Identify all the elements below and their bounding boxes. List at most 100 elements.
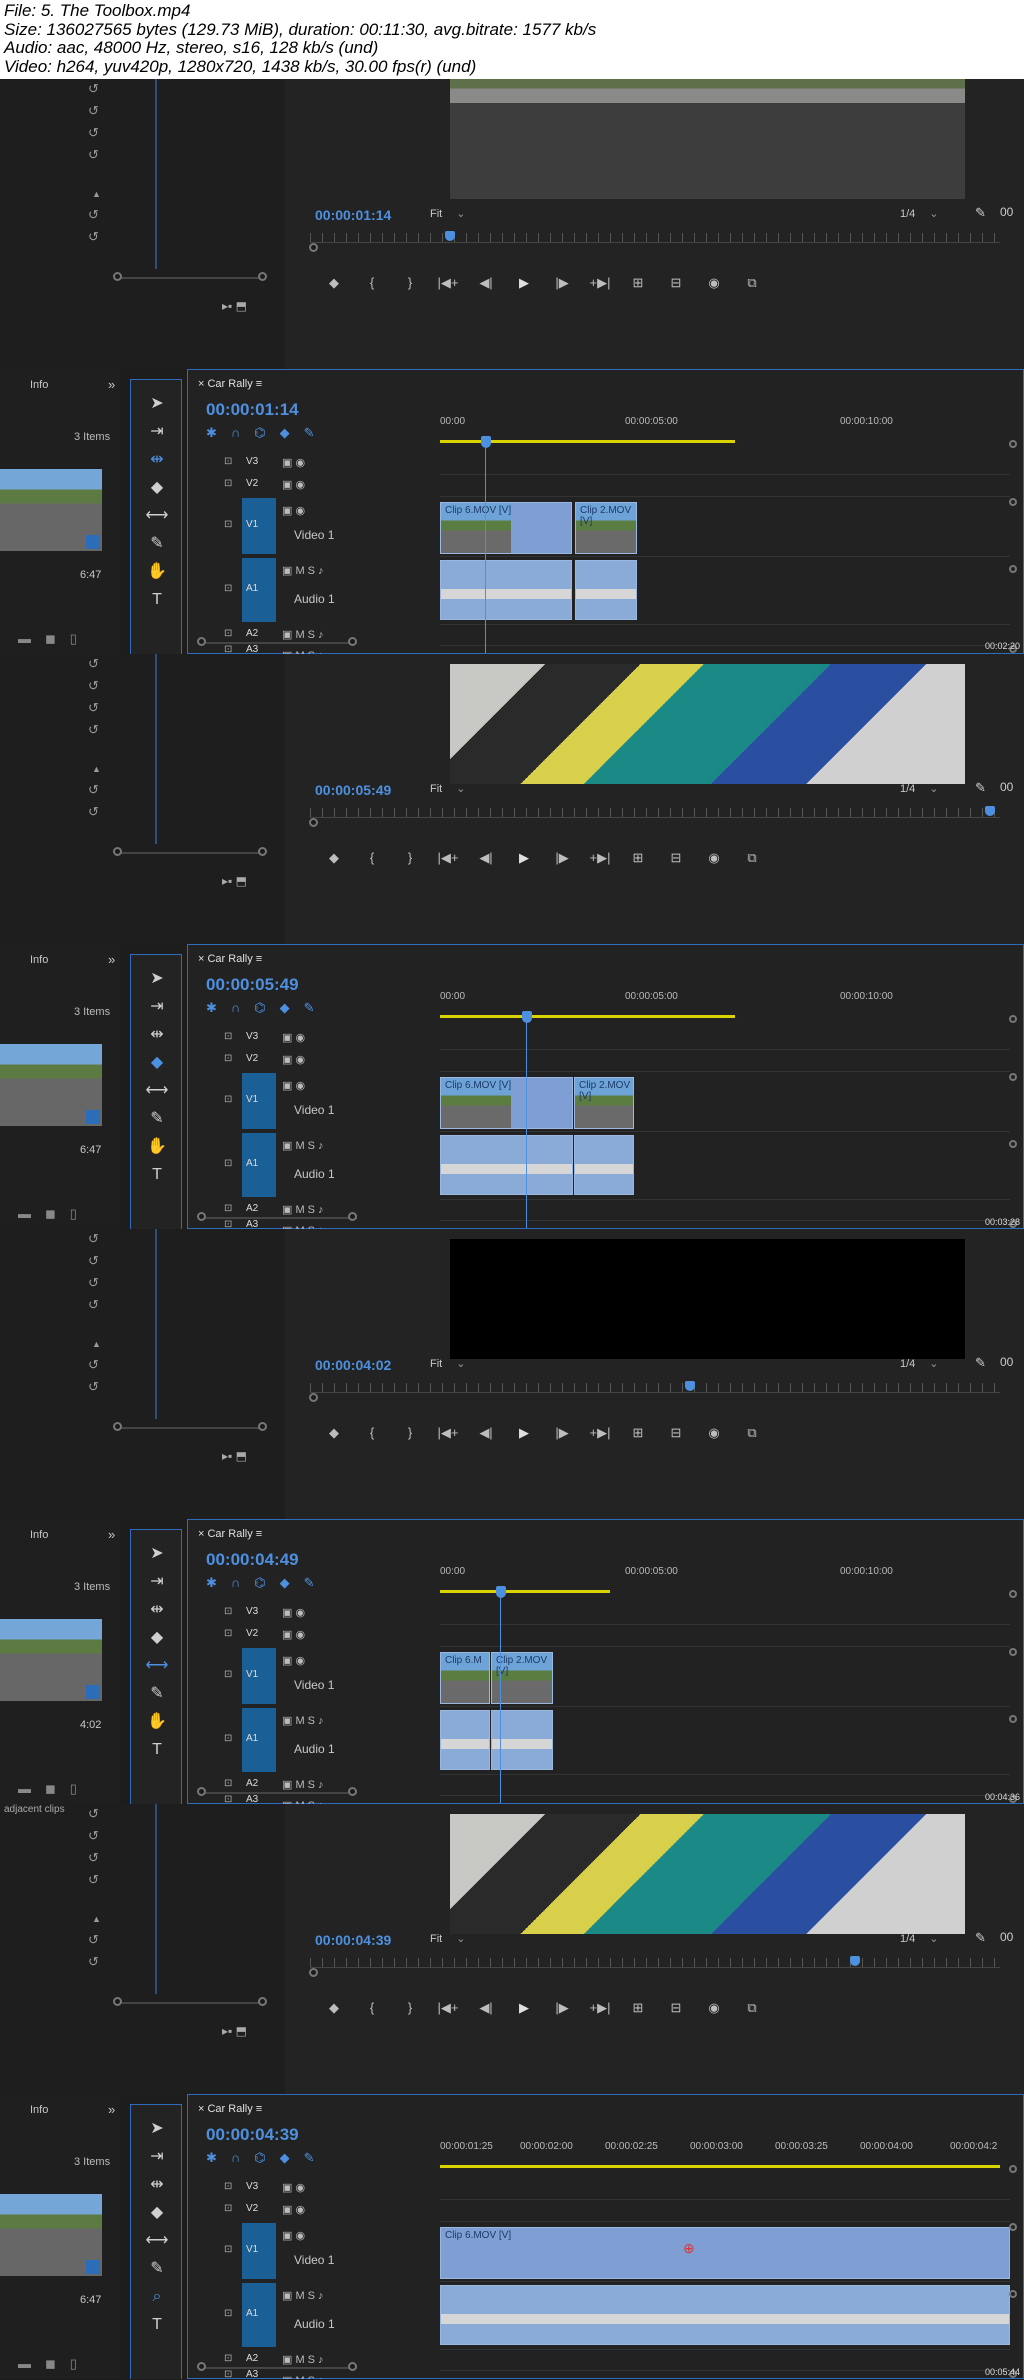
- go-to-out-icon[interactable]: +▶|: [581, 2000, 619, 2022]
- track-name-a2[interactable]: A2: [246, 2353, 258, 2364]
- scroll-handle[interactable]: [1009, 1015, 1017, 1023]
- undo-icon[interactable]: ↺: [88, 81, 99, 97]
- add-marker-icon[interactable]: ◆: [280, 425, 290, 441]
- settings-icon[interactable]: ✎: [304, 1000, 315, 1016]
- lock-icon[interactable]: ⊡: [224, 1203, 232, 1214]
- video-clip[interactable]: Clip 6.MOV [V]: [440, 1077, 573, 1129]
- scrollbar[interactable]: [118, 1427, 266, 1429]
- track-name-a3[interactable]: A3: [246, 644, 258, 654]
- track-select-tool-icon[interactable]: ⇥: [145, 995, 169, 1019]
- lock-icon[interactable]: ⊡: [224, 1778, 232, 1789]
- clip-thumbnail[interactable]: [0, 2194, 102, 2276]
- undo-icon[interactable]: ↺: [88, 229, 99, 245]
- lift-icon[interactable]: ⊞: [619, 850, 657, 872]
- monitor-timecode[interactable]: 00:00:01:14: [315, 207, 391, 223]
- extract-icon[interactable]: ⊟: [657, 275, 695, 297]
- selection-tool-icon[interactable]: ➤: [145, 392, 169, 416]
- track-name-a1[interactable]: A1: [246, 1733, 258, 1744]
- snap-icon[interactable]: ∩: [231, 425, 240, 441]
- new-item-icon[interactable]: ▸▪ ⬒: [222, 2024, 247, 2038]
- lock-icon[interactable]: ⊡: [224, 478, 232, 489]
- wrench-icon[interactable]: ✎: [975, 205, 986, 221]
- scroll-handle[interactable]: [197, 1787, 206, 1796]
- go-to-out-icon[interactable]: +▶|: [581, 275, 619, 297]
- timeline-ruler[interactable]: 00:00 00:00:05:00 00:00:10:00: [440, 1564, 1010, 1592]
- lock-icon[interactable]: ⊡: [224, 1628, 232, 1639]
- scroll-handle[interactable]: [1009, 440, 1017, 448]
- step-forward-icon[interactable]: |▶: [543, 275, 581, 297]
- timeline-scrollbar[interactable]: [202, 1217, 357, 1219]
- scroll-handle[interactable]: [1009, 1648, 1017, 1656]
- wrench-icon[interactable]: ✎: [975, 1355, 986, 1371]
- info-tab[interactable]: Info: [30, 2104, 48, 2116]
- add-marker-icon[interactable]: ◆: [280, 1575, 290, 1591]
- undo-icon[interactable]: ↺: [88, 678, 99, 694]
- lock-icon[interactable]: ⊡: [224, 644, 232, 654]
- scroll-handle[interactable]: [1009, 1073, 1017, 1081]
- track-name-v1[interactable]: V1: [246, 519, 258, 530]
- go-to-in-icon[interactable]: |◀+: [429, 275, 467, 297]
- scroll-handle[interactable]: [1009, 1140, 1017, 1148]
- track-name-v2[interactable]: V2: [246, 1053, 258, 1064]
- track-name-a3[interactable]: A3: [246, 2369, 258, 2379]
- track-name-v2[interactable]: V2: [246, 1628, 258, 1639]
- extract-icon[interactable]: ⊟: [657, 1425, 695, 1447]
- scroll-handle[interactable]: [309, 818, 318, 827]
- sequence-timecode[interactable]: 00:00:04:49: [206, 1550, 299, 1570]
- scroll-handle[interactable]: [113, 1422, 122, 1431]
- pen-tool-icon[interactable]: ✎: [145, 2257, 169, 2281]
- lock-icon[interactable]: ⊡: [224, 1669, 232, 1680]
- track-name-a1[interactable]: A1: [246, 2308, 258, 2319]
- clip-thumbnail[interactable]: [0, 1619, 102, 1701]
- scroll-handle[interactable]: [258, 1422, 267, 1431]
- lock-icon[interactable]: ⊡: [224, 1606, 232, 1617]
- track-name-v3[interactable]: V3: [246, 456, 258, 467]
- step-forward-icon[interactable]: |▶: [543, 1425, 581, 1447]
- lock-icon[interactable]: ⊡: [224, 2181, 232, 2192]
- monitor-timecode[interactable]: 00:00:05:49: [315, 782, 391, 798]
- play-icon[interactable]: ▶: [505, 275, 543, 297]
- wrench-icon[interactable]: ✎: [975, 1930, 986, 1946]
- work-area-bar[interactable]: [440, 1590, 610, 1593]
- sequence-timecode[interactable]: 00:00:04:39: [206, 2125, 299, 2145]
- track-name-v1[interactable]: V1: [246, 1094, 258, 1105]
- monitor-ruler[interactable]: [310, 1383, 1000, 1393]
- lock-icon[interactable]: ⊡: [224, 1094, 232, 1105]
- monitor-playhead[interactable]: [685, 1381, 695, 1391]
- pen-tool-icon[interactable]: ✎: [145, 1682, 169, 1706]
- timeline-ruler[interactable]: 00:00:01:25 00:00:02:00 00:00:02:25 00:00:0…: [440, 2139, 1010, 2167]
- razor-tool-icon[interactable]: ◆: [145, 1626, 169, 1650]
- step-forward-icon[interactable]: |▶: [543, 2000, 581, 2022]
- scroll-handle[interactable]: [1009, 1590, 1017, 1598]
- resolution-dropdown[interactable]: 1/4 ⌄: [900, 782, 939, 795]
- mark-out-icon[interactable]: }: [391, 1425, 429, 1447]
- mark-in-icon[interactable]: {: [353, 850, 391, 872]
- sequence-tab[interactable]: × Car Rally ≡: [198, 1528, 262, 1540]
- play-icon[interactable]: ▶: [505, 2000, 543, 2022]
- scroll-handle[interactable]: [309, 1968, 318, 1977]
- menu-icon[interactable]: ≡: [253, 1528, 262, 1540]
- monitor-timecode[interactable]: 00:00:04:02: [315, 1357, 391, 1373]
- double-chevron-icon[interactable]: »: [108, 952, 115, 967]
- slip-tool-icon[interactable]: ⟷: [145, 1079, 169, 1103]
- video-clip[interactable]: Clip 6.M: [440, 1652, 490, 1704]
- monitor-ruler[interactable]: [310, 1958, 1000, 1968]
- export-frame-icon[interactable]: ◉: [695, 1425, 733, 1447]
- track-name-a1[interactable]: A1: [246, 583, 258, 594]
- type-tool-icon[interactable]: T: [145, 2313, 169, 2337]
- pen-tool-icon[interactable]: ✎: [145, 1107, 169, 1131]
- lift-icon[interactable]: ⊞: [619, 2000, 657, 2022]
- razor-tool-icon[interactable]: ◆: [145, 476, 169, 500]
- extract-icon[interactable]: ⊟: [657, 850, 695, 872]
- snap-icon[interactable]: ∩: [231, 1000, 240, 1016]
- lock-icon[interactable]: ⊡: [224, 2369, 232, 2379]
- compare-icon[interactable]: ⧉: [733, 275, 771, 297]
- trash-icon[interactable]: ▯: [70, 1781, 77, 1797]
- new-item-icon[interactable]: ▸▪ ⬒: [222, 1449, 247, 1463]
- track-name-a2[interactable]: A2: [246, 1203, 258, 1214]
- folder-icon[interactable]: ▬: [18, 1206, 31, 1222]
- scroll-handle[interactable]: [258, 847, 267, 856]
- undo-icon[interactable]: ↺: [88, 1357, 99, 1373]
- new-bin-icon[interactable]: ◼: [45, 2356, 56, 2372]
- slip-tool-icon[interactable]: ⟷: [145, 2229, 169, 2253]
